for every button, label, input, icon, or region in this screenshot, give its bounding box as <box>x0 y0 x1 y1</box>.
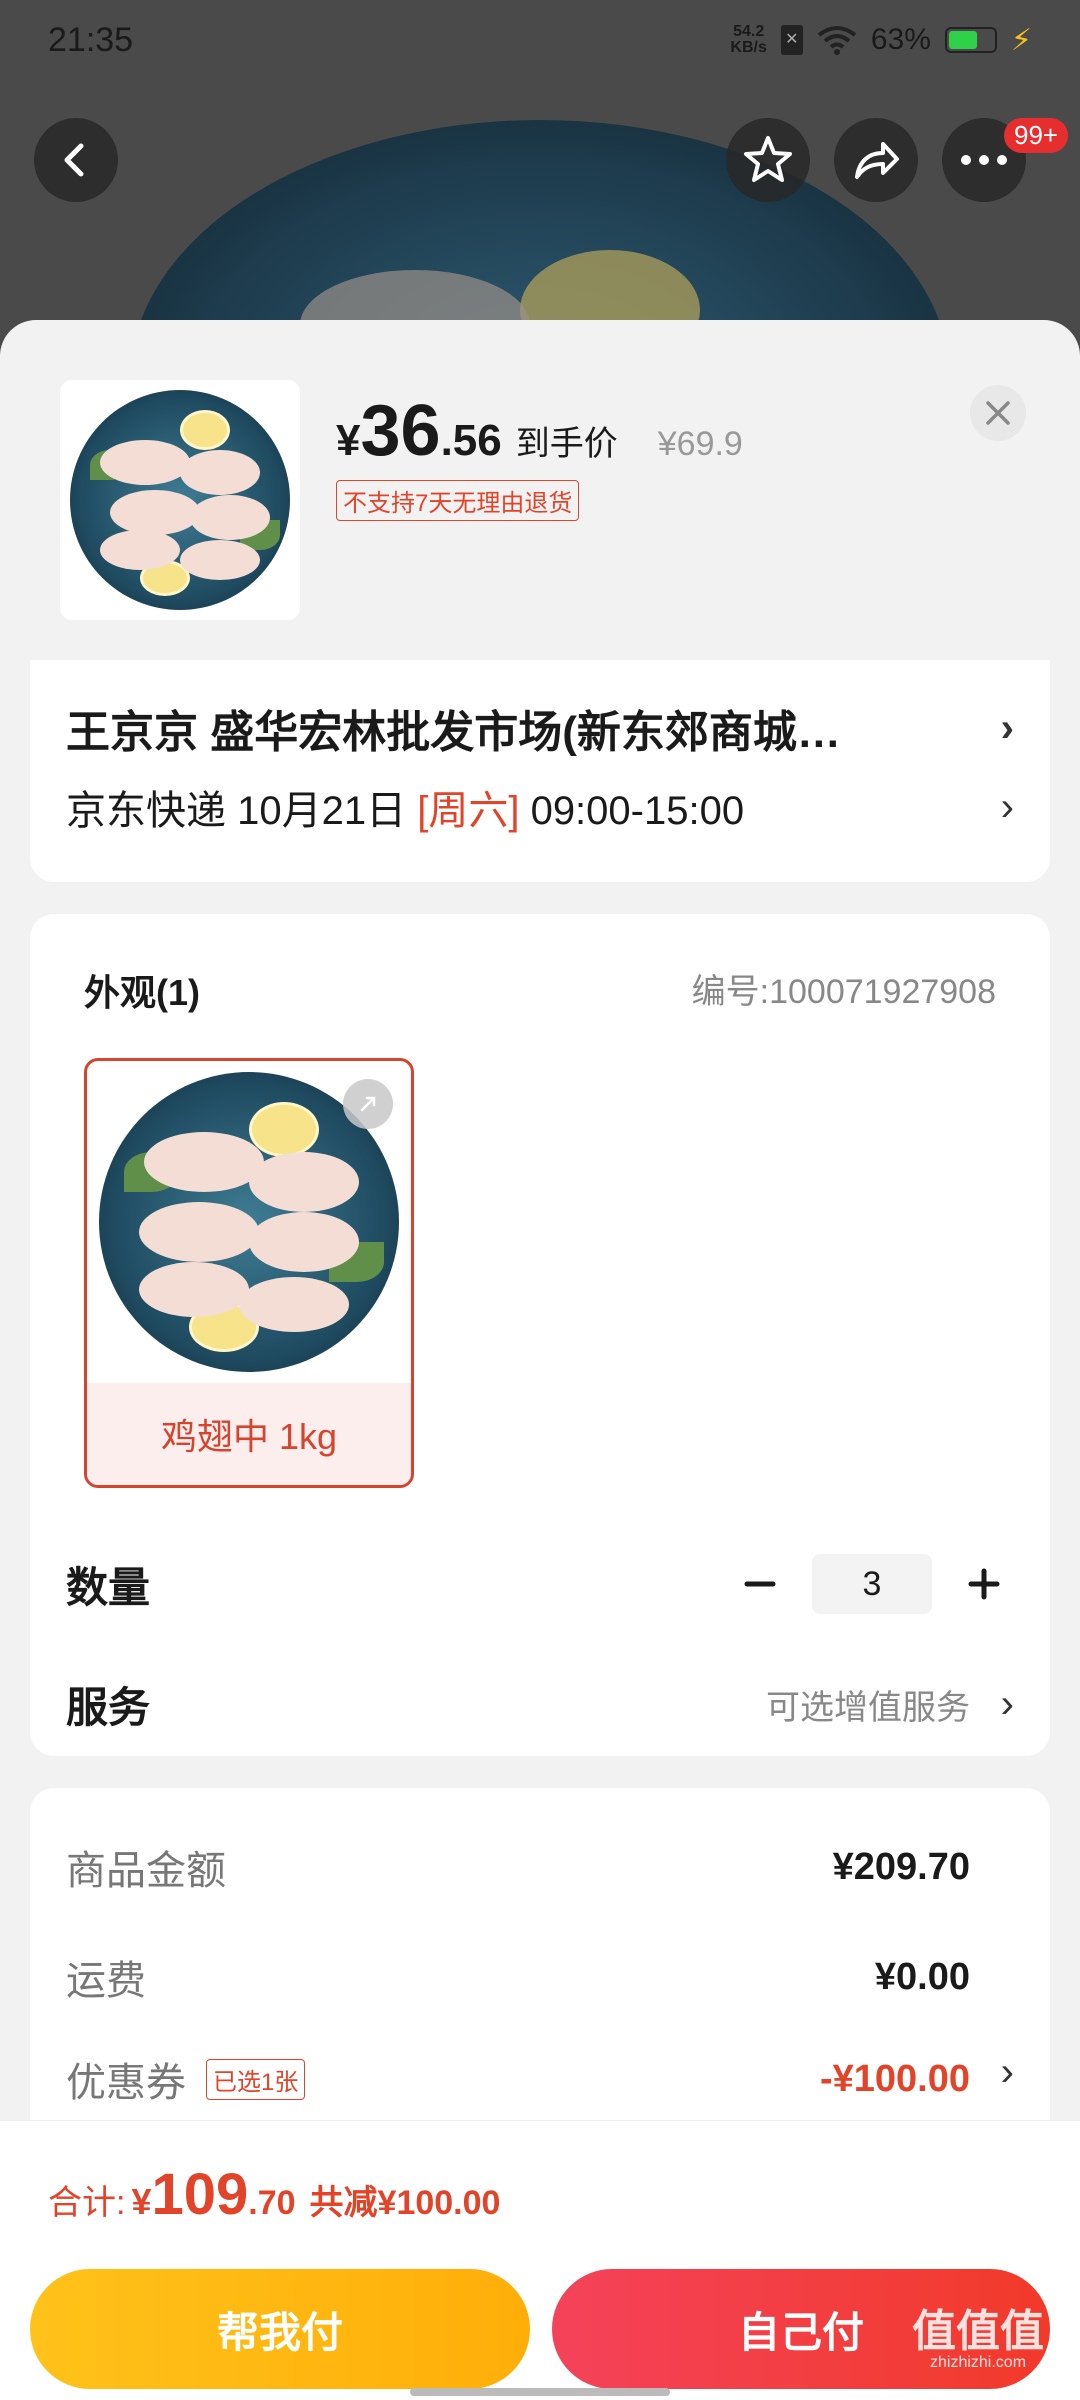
status-bar: 21:35 54.2 KB/s ✕ 63% ⚡ <box>0 0 1080 80</box>
return-policy-tag: 不支持7天无理由退货 <box>336 480 580 521</box>
purchase-sheet: ¥ 36 .56 到手价 ¥69.9 不支持7天无理由退货 王京京 盛华宏林批发… <box>0 320 1080 2400</box>
address-text: 王京京 盛华宏林批发市场(新东郊商城… <box>66 708 841 757</box>
total-discount: 共减¥100.00 <box>309 2184 501 2222</box>
total-line: 合计: ¥ 109 .70 共减¥100.00 <box>48 2161 500 2228</box>
product-image <box>70 390 290 610</box>
delivery-weekday: [周六] <box>417 789 520 833</box>
sku-option-selected[interactable]: 鸡翅中 1kg <box>84 1058 414 1488</box>
address-row[interactable]: 王京京 盛华宏林批发市场(新东郊商城… › <box>66 696 1014 760</box>
product-code: 编号:100071927908 <box>691 973 996 1011</box>
shipping-text: 京东快递 10月21日 [周六] 09:00-15:00 <box>66 789 745 833</box>
quantity-row: 数量 3 <box>66 1544 1014 1624</box>
sku-group-title: 外观(1) <box>84 972 200 1013</box>
price-row: ¥ 36 .56 到手价 ¥69.9 <box>336 390 743 472</box>
status-time: 21:35 <box>48 20 134 59</box>
share-button[interactable] <box>834 118 918 202</box>
shipping-fee-value: ¥0.00 <box>874 1955 970 1998</box>
decrease-quantity-button[interactable] <box>730 1554 790 1614</box>
quantity-input[interactable]: 3 <box>812 1554 932 1614</box>
back-button[interactable] <box>34 118 118 202</box>
coupon-label: 优惠券 <box>66 2061 186 2105</box>
price-currency: ¥ <box>336 416 361 465</box>
zoom-icon[interactable] <box>343 1079 393 1129</box>
battery-icon <box>944 27 997 53</box>
chevron-left-icon <box>64 143 84 177</box>
sku-option-label: 鸡翅中 1kg <box>87 1383 411 1485</box>
chevron-right-icon: › <box>1000 1681 1014 1726</box>
goods-amount-value: ¥209.70 <box>832 1845 970 1888</box>
sku-option-image <box>87 1061 411 1383</box>
coupon-selected-tag: 已选1张 <box>206 2058 306 2100</box>
wifi-icon <box>817 26 857 55</box>
original-price: ¥69.9 <box>657 425 743 463</box>
watermark-logo: 值值值 zhizhizhi.com <box>912 2307 1044 2372</box>
battery-percent: 63% <box>870 23 931 56</box>
delivery-card: 王京京 盛华宏林批发市场(新东郊商城… › 京东快递 10月21日 [周六] 0… <box>30 660 1050 882</box>
service-value: 可选增值服务 <box>766 1688 970 1727</box>
quantity-label: 数量 <box>66 1563 151 1611</box>
price-integer: 36 <box>360 391 441 471</box>
increase-quantity-button[interactable] <box>954 1554 1014 1614</box>
chevron-right-icon: › <box>1000 2050 1014 2094</box>
coupon-value: -¥100.00 <box>819 2057 970 2100</box>
close-button[interactable] <box>970 385 1026 441</box>
service-row[interactable]: 服务 可选增值服务 › <box>66 1664 1014 1744</box>
plus-icon <box>968 1568 1000 1600</box>
no-sim-icon: ✕ <box>780 25 803 55</box>
product-thumbnail[interactable] <box>60 380 300 620</box>
service-label: 服务 <box>66 1683 151 1731</box>
total-currency: ¥ <box>131 2181 152 2222</box>
expand-icon <box>360 1096 376 1112</box>
goods-amount-label: 商品金额 <box>66 1849 226 1893</box>
chevron-right-icon: › <box>1000 784 1014 829</box>
star-icon <box>744 136 792 182</box>
close-icon <box>986 401 1010 425</box>
total-integer: 109 <box>151 2162 249 2227</box>
home-indicator[interactable] <box>410 2388 670 2396</box>
shipping-fee-label: 运费 <box>66 1959 146 2003</box>
price-label: 到手价 <box>515 425 618 463</box>
chevron-right-icon: › <box>1000 705 1014 750</box>
message-count-badge: 99+ <box>1004 118 1069 153</box>
favorite-button[interactable] <box>726 118 810 202</box>
goods-amount-row: 商品金额 ¥209.70 <box>66 1838 970 1896</box>
shipping-fee-row: 运费 ¥0.00 <box>66 1948 970 2006</box>
minus-icon <box>744 1581 776 1587</box>
sku-card: 外观(1) 编号:100071927908 鸡翅中 1kg 数量 3 服务 可选… <box>30 914 1050 1756</box>
charging-icon: ⚡ <box>1010 23 1032 57</box>
total-decimal: .70 <box>248 2184 296 2222</box>
network-speed: 54.2 KB/s <box>730 23 767 56</box>
help-me-pay-button[interactable]: 帮我付 <box>30 2269 530 2389</box>
shipping-row[interactable]: 京东快递 10月21日 [周六] 09:00-15:00 › <box>66 778 1014 836</box>
price-decimal: .56 <box>440 416 502 465</box>
share-icon <box>855 142 899 179</box>
coupon-row[interactable]: 优惠券 已选1张 -¥100.00 <box>66 2050 970 2108</box>
total-label: 合计: <box>48 2184 126 2222</box>
more-icon <box>961 155 1007 165</box>
